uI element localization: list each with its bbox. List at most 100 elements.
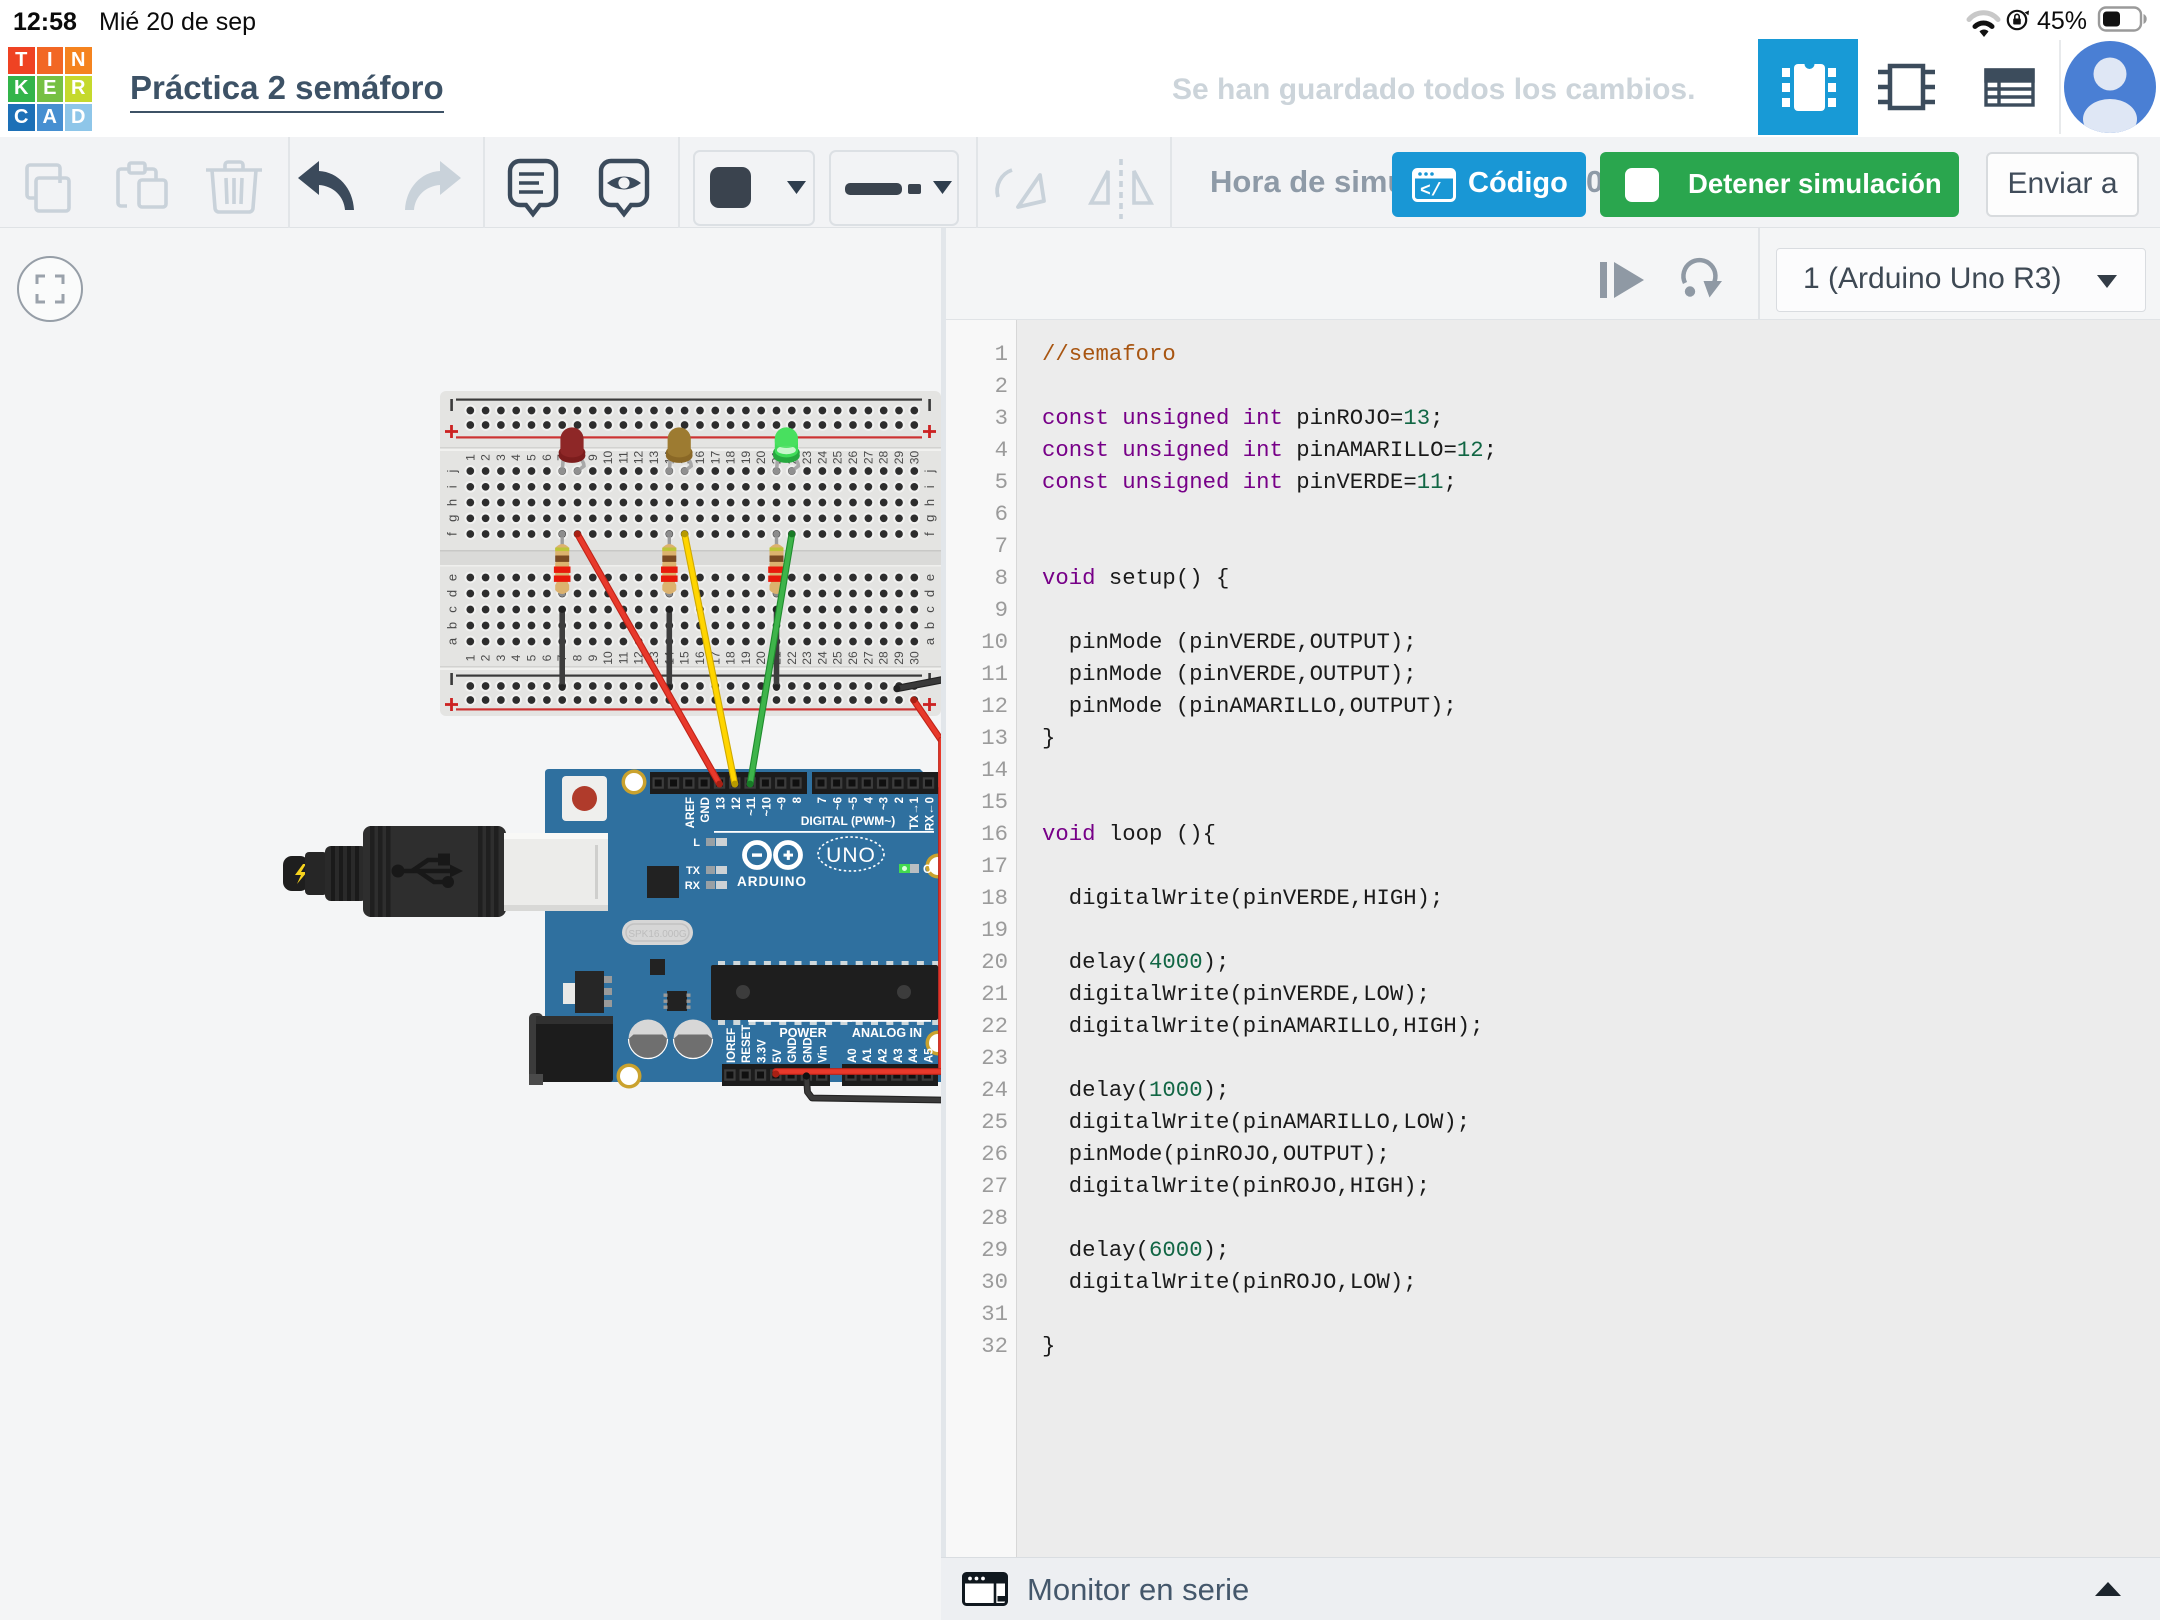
svg-text:i: i	[445, 485, 460, 488]
svg-text:a: a	[922, 637, 937, 645]
svg-text:15: 15	[678, 651, 692, 665]
svg-text:3: 3	[494, 454, 508, 461]
svg-text:d: d	[445, 590, 460, 597]
svg-text:23: 23	[800, 451, 814, 465]
svg-text:11: 11	[616, 451, 630, 464]
svg-text:18: 18	[724, 451, 738, 465]
svg-text:A1: A1	[862, 1048, 874, 1063]
svg-text:4: 4	[863, 796, 875, 803]
svg-text:i: i	[922, 485, 937, 488]
svg-text:2: 2	[479, 454, 493, 461]
svg-text:3.3V: 3.3V	[757, 1039, 769, 1063]
svg-text:DIGITAL (PWM~): DIGITAL (PWM~)	[801, 814, 896, 828]
svg-text:30: 30	[907, 651, 921, 665]
svg-text:RESET: RESET	[741, 1025, 753, 1063]
svg-text:17: 17	[708, 451, 722, 465]
svg-text:26: 26	[846, 651, 860, 665]
svg-text:3: 3	[494, 654, 508, 661]
svg-text:A4: A4	[908, 1048, 920, 1063]
svg-text:SPK16.000G: SPK16.000G	[628, 929, 687, 940]
svg-text:10: 10	[601, 451, 615, 465]
svg-text:7: 7	[817, 797, 829, 803]
svg-text:~6: ~6	[833, 797, 845, 810]
svg-text:13: 13	[647, 451, 661, 465]
svg-text:19: 19	[739, 451, 753, 465]
svg-text:28: 28	[877, 451, 891, 465]
svg-text:IOREF: IOREF	[726, 1028, 738, 1063]
svg-text:g: g	[445, 515, 460, 522]
svg-text:~10: ~10	[761, 797, 773, 817]
svg-text:19: 19	[739, 651, 753, 665]
svg-text:30: 30	[907, 451, 921, 465]
svg-text:A2: A2	[878, 1048, 890, 1063]
svg-text:8: 8	[792, 796, 804, 803]
svg-text:A5: A5	[923, 1048, 935, 1063]
svg-text:d: d	[922, 590, 937, 597]
svg-text:20: 20	[754, 651, 768, 665]
svg-text:g: g	[922, 515, 937, 522]
svg-text:29: 29	[892, 451, 906, 465]
svg-text:2: 2	[894, 797, 906, 803]
svg-text:27: 27	[861, 451, 875, 465]
svg-text:8: 8	[571, 654, 585, 661]
svg-text:29: 29	[892, 651, 906, 665]
svg-text:e: e	[922, 574, 937, 581]
svg-text:ARDUINO: ARDUINO	[737, 874, 807, 889]
svg-text:6: 6	[540, 454, 554, 461]
svg-text:16: 16	[693, 451, 707, 465]
svg-text:16: 16	[693, 651, 707, 665]
svg-text:ANALOG IN: ANALOG IN	[852, 1026, 922, 1040]
svg-text:1: 1	[463, 454, 477, 461]
svg-text:1: 1	[463, 654, 477, 661]
svg-text:~3: ~3	[879, 797, 891, 810]
svg-text:27: 27	[861, 651, 875, 665]
svg-text:4: 4	[509, 654, 523, 661]
svg-text:j: j	[922, 469, 937, 473]
svg-text:h: h	[922, 499, 937, 506]
svg-text:13: 13	[716, 797, 728, 810]
svg-text:26: 26	[846, 451, 860, 465]
svg-text:28: 28	[877, 651, 891, 665]
svg-text:AREF: AREF	[685, 797, 697, 828]
svg-text:b: b	[445, 622, 460, 629]
svg-text:45%: 45%	[2037, 7, 2087, 35]
svg-text:UNO: UNO	[826, 844, 876, 867]
svg-text:9: 9	[586, 454, 600, 461]
svg-text:4: 4	[509, 454, 523, 461]
svg-text:f: f	[922, 532, 937, 536]
svg-text:c: c	[922, 606, 937, 613]
svg-text:~11: ~11	[746, 796, 758, 815]
svg-text:c: c	[445, 606, 460, 613]
svg-text:2: 2	[479, 654, 493, 661]
svg-text:A3: A3	[893, 1048, 905, 1063]
svg-text:A0: A0	[847, 1048, 859, 1063]
svg-text:GND: GND	[787, 1037, 799, 1063]
svg-text:5: 5	[525, 654, 539, 661]
svg-text:Vin: Vin	[818, 1045, 830, 1063]
svg-text:GND: GND	[802, 1037, 814, 1063]
svg-text:12: 12	[632, 451, 646, 465]
svg-text:23: 23	[800, 651, 814, 665]
svg-text:22: 22	[785, 651, 799, 665]
svg-text:~9: ~9	[777, 797, 789, 810]
svg-text:ON: ON	[923, 864, 940, 876]
svg-text:L: L	[693, 837, 700, 849]
svg-text:</: </	[1420, 182, 1442, 202]
svg-text:RX←0: RX←0	[925, 797, 937, 831]
svg-text:j: j	[445, 469, 460, 473]
svg-text:9: 9	[586, 654, 600, 661]
svg-text:TX→1: TX→1	[909, 796, 921, 829]
svg-text:b: b	[922, 622, 937, 629]
svg-text:5: 5	[525, 454, 539, 461]
svg-text:18: 18	[724, 651, 738, 665]
svg-text:~5: ~5	[848, 796, 860, 810]
svg-text:f: f	[445, 532, 460, 536]
svg-text:a: a	[445, 637, 460, 645]
svg-text:20: 20	[754, 451, 768, 465]
svg-text:11: 11	[616, 651, 630, 664]
svg-text:5V: 5V	[772, 1049, 784, 1063]
svg-text:25: 25	[831, 651, 845, 665]
svg-text:GND: GND	[700, 797, 712, 823]
svg-text:e: e	[445, 574, 460, 581]
svg-text:RX: RX	[685, 880, 701, 892]
